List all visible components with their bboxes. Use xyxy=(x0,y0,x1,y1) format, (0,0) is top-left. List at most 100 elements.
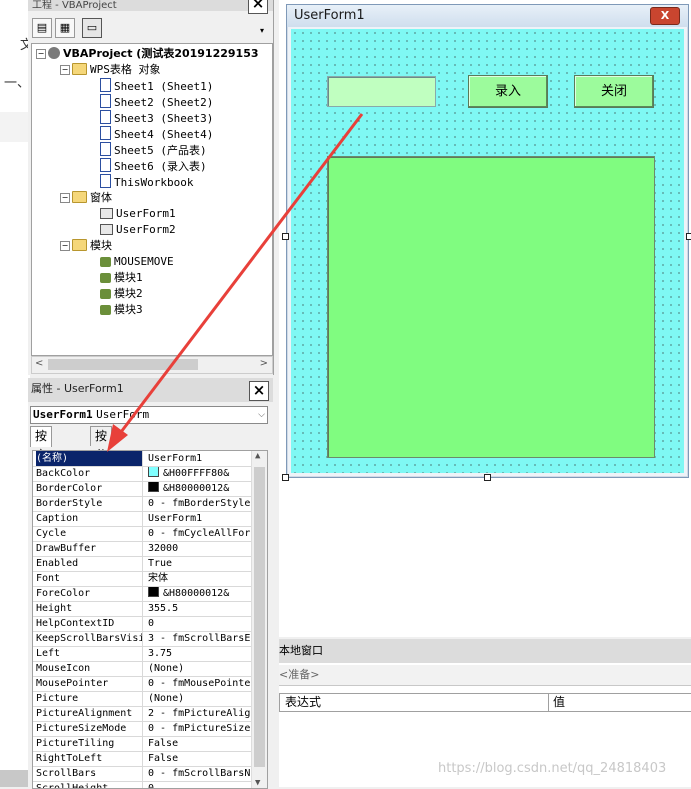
property-value[interactable]: 0 - fmMousePointe xyxy=(148,676,251,691)
scroll-right-icon[interactable]: > xyxy=(260,358,268,369)
tree-item[interactable]: Sheet5 (产品表) xyxy=(100,142,207,158)
tree-item[interactable]: MOUSEMOVE xyxy=(100,254,174,270)
property-row[interactable]: (名称) UserForm1 xyxy=(33,451,251,467)
textbox-control[interactable] xyxy=(327,76,436,107)
tab-alphabetic[interactable]: 按字母序 xyxy=(30,426,53,500)
resize-handle[interactable] xyxy=(484,474,491,481)
tree-horizontal-scrollbar[interactable]: < > xyxy=(31,356,273,374)
property-row[interactable]: Picture (None) xyxy=(33,691,251,707)
tab-categorized[interactable]: 按分类序 xyxy=(90,426,113,500)
scroll-thumb[interactable] xyxy=(48,359,198,370)
tree-item[interactable]: 窗体 xyxy=(72,190,112,206)
view-code-button[interactable]: ▤ xyxy=(32,18,52,38)
property-value[interactable]: (None) xyxy=(148,661,251,676)
enter-button[interactable]: 录入 xyxy=(468,75,548,108)
tree-item[interactable]: WPS表格 对象 xyxy=(72,62,161,78)
property-row[interactable]: Cycle 0 - fmCycleAllFor xyxy=(33,526,251,542)
toolbar-chevron-icon[interactable]: ▾ xyxy=(260,26,264,35)
resize-handle[interactable] xyxy=(686,233,691,240)
tree-item[interactable]: 模块1 xyxy=(100,270,143,286)
tree-item[interactable]: Sheet1 (Sheet1) xyxy=(100,78,213,94)
property-row[interactable]: HelpContextID 0 xyxy=(33,616,251,632)
property-row[interactable]: ForeColor &H80000012& xyxy=(33,586,251,602)
property-value[interactable]: False xyxy=(148,736,251,751)
column-divider[interactable] xyxy=(548,694,549,711)
toggle-folders-button[interactable]: ▭ xyxy=(82,18,102,38)
property-value[interactable]: 3.75 xyxy=(148,646,251,661)
property-value[interactable]: UserForm1 xyxy=(148,451,251,466)
tree-item[interactable]: 模块 xyxy=(72,238,112,254)
tree-item[interactable]: UserForm1 xyxy=(100,206,176,222)
userform-window[interactable]: UserForm1 X 录入 关闭 xyxy=(286,4,689,478)
document-band xyxy=(0,112,30,142)
property-row[interactable]: KeepScrollBarsVisi 3 - fmScrollBarsE xyxy=(33,631,251,647)
scroll-thumb[interactable] xyxy=(254,467,265,767)
project-tree[interactable]: VBAProject (测试表20191229153 − WPS表格 对象 − Shee… xyxy=(31,43,273,356)
property-value[interactable]: 355.5 xyxy=(148,601,251,616)
property-row[interactable]: Font 宋体 xyxy=(33,571,251,587)
property-row[interactable]: BorderStyle 0 - fmBorderStyle xyxy=(33,496,251,512)
property-value[interactable]: &H80000012& xyxy=(148,481,251,496)
property-value[interactable]: 0 xyxy=(148,616,251,631)
property-row[interactable]: PictureSizeMode 0 - fmPictureSize xyxy=(33,721,251,737)
userform-canvas[interactable]: 录入 关闭 xyxy=(291,29,684,473)
property-row[interactable]: RightToLeft False xyxy=(33,751,251,767)
property-value[interactable]: 32000 xyxy=(148,541,251,556)
property-value[interactable]: 0 - fmBorderStyle xyxy=(148,496,251,511)
property-value[interactable]: 宋体 xyxy=(148,571,251,586)
column-value[interactable]: 值 xyxy=(553,694,565,711)
close-button[interactable]: 关闭 xyxy=(574,75,654,108)
tree-item[interactable]: ThisWorkbook xyxy=(100,174,193,190)
tree-item[interactable]: Sheet6 (录入表) xyxy=(100,158,207,174)
resize-handle[interactable] xyxy=(282,474,289,481)
tree-item[interactable]: 模块3 xyxy=(100,302,143,318)
property-row[interactable]: MousePointer 0 - fmMousePointe xyxy=(33,676,251,692)
property-value[interactable]: False xyxy=(148,751,251,766)
column-expression[interactable]: 表达式 xyxy=(285,694,321,711)
property-value[interactable]: UserForm1 xyxy=(148,511,251,526)
collapse-icon[interactable]: − xyxy=(60,65,70,75)
property-value[interactable]: 0 - fmCycleAllFor xyxy=(148,526,251,541)
property-row[interactable]: Left 3.75 xyxy=(33,646,251,662)
property-value[interactable]: &H80000012& xyxy=(148,586,251,601)
object-dropdown[interactable]: UserForm1 UserForm ⌵ xyxy=(30,406,268,424)
property-row[interactable]: BorderColor &H80000012& xyxy=(33,481,251,497)
property-value[interactable]: True xyxy=(148,556,251,571)
property-row[interactable]: Enabled True xyxy=(33,556,251,572)
property-value[interactable]: 0 - fmScrollBarsN xyxy=(148,766,251,781)
tree-item[interactable]: UserForm2 xyxy=(100,222,176,238)
property-row[interactable]: BackColor &H00FFFF80& xyxy=(33,466,251,482)
property-value[interactable]: 2 - fmPictureAlig xyxy=(148,706,251,721)
close-icon[interactable]: X xyxy=(650,7,680,25)
property-row[interactable]: PictureTiling False xyxy=(33,736,251,752)
scroll-left-icon[interactable]: < xyxy=(35,358,43,369)
view-object-button[interactable]: ▦ xyxy=(55,18,75,38)
scroll-up-icon[interactable]: ▲ xyxy=(255,451,260,461)
frame-control[interactable] xyxy=(327,156,655,458)
property-name: BackColor xyxy=(36,466,143,481)
property-value[interactable]: 3 - fmScrollBarsE xyxy=(148,631,251,646)
property-row[interactable]: PictureAlignment 2 - fmPictureAlig xyxy=(33,706,251,722)
tree-item[interactable]: 模块2 xyxy=(100,286,143,302)
tree-item[interactable]: Sheet2 (Sheet2) xyxy=(100,94,213,110)
collapse-icon[interactable]: − xyxy=(60,193,70,203)
resize-handle[interactable] xyxy=(282,233,289,240)
property-row[interactable]: DrawBuffer 32000 xyxy=(33,541,251,557)
property-row[interactable]: MouseIcon (None) xyxy=(33,661,251,677)
property-row[interactable]: Height 355.5 xyxy=(33,601,251,617)
property-grid-scrollbar[interactable]: ▲ ▼ xyxy=(251,451,267,788)
property-value[interactable]: 0 xyxy=(148,781,251,788)
tree-item[interactable]: Sheet3 (Sheet3) xyxy=(100,110,213,126)
property-value[interactable]: (None) xyxy=(148,691,251,706)
chevron-down-icon[interactable]: ⌵ xyxy=(258,407,265,423)
tree-item[interactable]: Sheet4 (Sheet4) xyxy=(100,126,213,142)
property-row[interactable]: ScrollBars 0 - fmScrollBarsN xyxy=(33,766,251,782)
tree-item[interactable]: VBAProject (测试表20191229153 xyxy=(48,46,259,62)
property-row[interactable]: ScrollHeight 0 xyxy=(33,781,251,788)
property-row[interactable]: Caption UserForm1 xyxy=(33,511,251,527)
property-value[interactable]: 0 - fmPictureSize xyxy=(148,721,251,736)
property-value[interactable]: &H00FFFF80& xyxy=(148,466,251,481)
collapse-icon[interactable]: − xyxy=(60,241,70,251)
close-icon[interactable]: × xyxy=(249,381,269,401)
collapse-icon[interactable]: − xyxy=(36,49,46,59)
